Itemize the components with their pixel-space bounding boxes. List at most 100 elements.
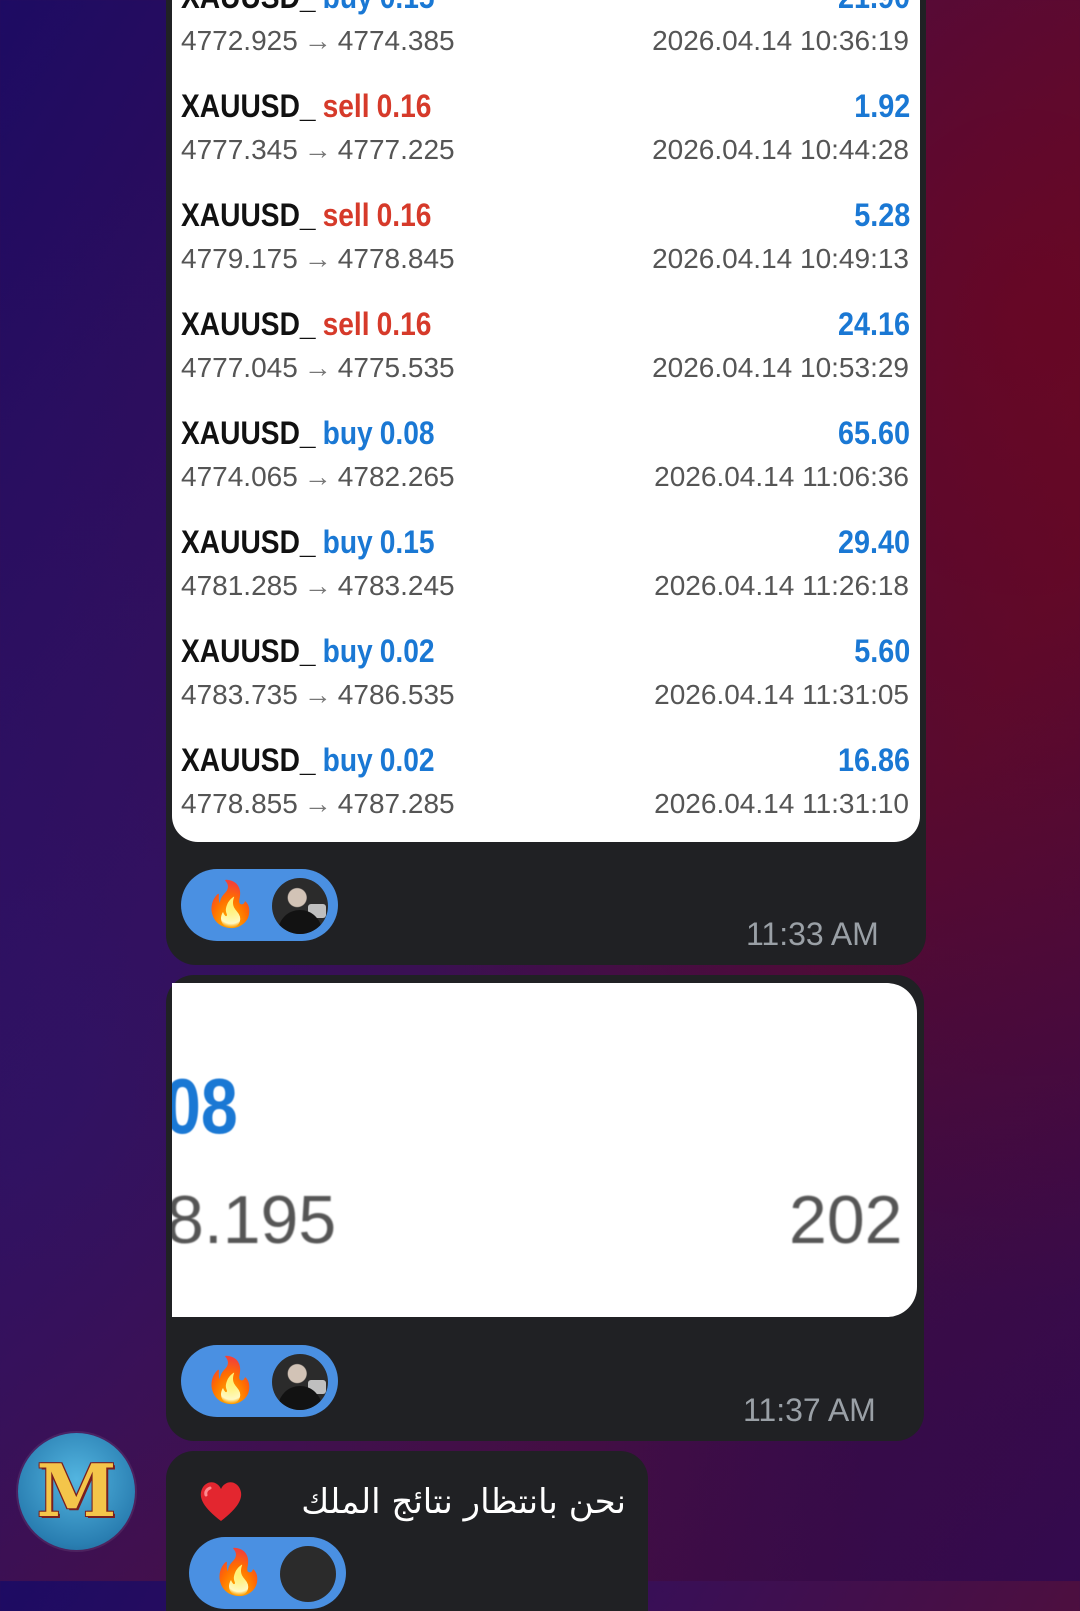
close-price: 4778.845 [337,243,455,274]
trade-prices: 4772.925 → 4774.385 [181,25,455,57]
channel-avatar[interactable]: M [18,1433,135,1550]
reactor-avatar [280,1546,336,1602]
trade-time: 2026.04.14 11:06:36 [654,461,909,492]
trade-symbol: XAUUSD_ sell 0.16 [181,88,431,125]
zoomed-date-text: 202 [789,1182,903,1258]
trade-profit: 29.40 [837,524,910,560]
arrow-right-icon: → [303,25,332,56]
direction-text: sell [322,197,370,233]
trade-symbol: XAUUSD_ buy 0.08 [181,415,435,452]
trade-time: 2026.04.14 10:53:29 [652,352,909,383]
trade-row: XAUUSD_ buy 0.08 65.60 4774.065 → 4782.265 2026… [172,415,920,524]
symbol-text: XAUUSD_ [181,88,316,124]
arrow-right-icon: → [303,788,332,819]
open-price: 4783.735 [181,679,298,710]
symbol-text: XAUUSD_ [181,742,316,778]
zoomed-trade-image[interactable]: 08 8.195 202 [172,983,917,1317]
symbol-text: XAUUSD_ [181,197,316,233]
trade-prices: 4777.045 → 4775.535 [181,352,455,384]
trade-profit: 65.60 [837,415,910,451]
arrow-right-icon: → [303,461,332,492]
trade-time: 2026.04.14 10:36:19 [652,25,909,56]
close-price: 4777.225 [337,134,455,165]
channel-logo-letter: M [36,1448,117,1533]
symbol-text: XAUUSD_ [181,415,316,451]
trade-profit: 5.28 [853,197,910,233]
fire-emoji-icon: 🔥 [211,1548,266,1597]
lot-text: 0.16 [376,197,432,233]
arrow-right-icon: → [303,570,332,601]
lot-text: 0.02 [379,633,435,669]
trade-profit: 1.92 [853,88,910,124]
direction-text: buy [323,0,373,15]
symbol-text: XAUUSD_ [181,0,316,15]
reaction-chip[interactable]: 🔥 [189,1537,346,1609]
symbol-text: XAUUSD_ [181,306,316,342]
trade-prices: 4779.175 → 4778.845 [181,243,455,275]
direction-text: buy [322,524,373,560]
arrow-right-icon: → [303,352,332,383]
trade-symbol: XAUUSD_ sell 0.16 [181,197,431,234]
open-price: 4778.855 [181,788,298,819]
reaction-chip[interactable]: 🔥 [181,1345,338,1417]
trade-row: XAUUSD_ sell 0.16 1.92 4777.345 → 4777.225 2026… [172,88,920,197]
reactor-avatar [272,878,328,934]
arrow-right-icon: → [303,134,332,165]
fire-emoji-icon: 🔥 [203,1356,258,1405]
close-price: 4783.245 [337,570,455,601]
trade-time: 2026.04.14 10:49:13 [652,243,909,274]
open-price: 4777.345 [181,134,298,165]
message-text: نحن بانتظار نتائج الملك [301,1482,626,1522]
zoomed-price-text: 8.195 [172,1182,337,1258]
message-time: 11:33 AM [746,916,879,952]
close-price: 4775.535 [337,352,455,383]
trade-row: XAUUSD_ buy 0.02 16.86 4778.855 → 4787.285 2026… [172,742,920,842]
lot-text: 0.02 [379,742,435,778]
symbol-text: XAUUSD_ [181,524,316,560]
lot-text: 0.16 [376,306,432,342]
close-price: 4774.385 [337,25,455,56]
lot-text: 0.16 [376,88,432,124]
direction-text: buy [322,415,373,451]
trade-time: 2026.04.14 10:44:28 [652,134,909,165]
trade-time: 2026.04.14 11:31:10 [654,788,909,819]
trade-profit: 16.86 [837,742,910,778]
direction-text: sell [322,88,370,124]
trade-prices: 4777.345 → 4777.225 [181,134,455,166]
trade-symbol: XAUUSD_ sell 0.16 [181,306,431,343]
trade-profit: 5.60 [853,633,910,669]
trade-prices: 4783.735 → 4786.535 [181,679,455,711]
fire-emoji-icon: 🔥 [203,880,258,929]
open-price: 4774.065 [181,461,298,492]
open-price: 4779.175 [181,243,298,274]
reactor-avatar [272,1354,328,1410]
reaction-chip[interactable]: 🔥 [181,869,338,941]
trade-symbol: XAUUSD_ buy 0.02 [181,742,435,779]
trade-time: 2026.04.14 11:26:18 [654,570,909,601]
symbol-text: XAUUSD_ [181,633,316,669]
trade-symbol: XAUUSD_buy0.15 [181,524,435,561]
trade-profit: 24.16 [837,306,910,342]
close-price: 4782.265 [337,461,455,492]
arrow-right-icon: → [303,679,332,710]
trade-prices: 4774.065 → 4782.265 [181,461,455,493]
open-price: 4781.285 [181,570,298,601]
trade-symbol: XAUUSD_ buy 0.02 [181,633,435,670]
arrow-right-icon: → [303,243,332,274]
trade-row: XAUUSD_ buy 0.02 5.60 4783.735 → 4786.535 2026.… [172,633,920,742]
trade-prices: 4781.285 → 4783.245 [181,570,455,602]
close-price: 4787.285 [337,788,455,819]
trade-history-image[interactable]: XAUUSD_buy0.1521.904772.925→4774.3852026… [172,0,920,842]
close-price: 4786.535 [337,679,455,710]
trade-row: XAUUSD_ buy 0.15 29.40 4781.285 → 4783.245 2026… [172,524,920,633]
message-time: 11:37 AM [743,1392,876,1428]
open-price: 4772.925 [181,25,298,56]
trade-profit: 21.90 [838,0,910,16]
trade-row: XAUUSD_ sell 0.16 5.28 4779.175 → 4778.845 2026… [172,197,920,306]
lot-text: 0.15 [379,524,435,560]
direction-text: buy [322,742,373,778]
trade-time: 2026.04.14 11:31:05 [654,679,909,710]
open-price: 4777.045 [181,352,298,383]
direction-text: buy [322,633,373,669]
lot-text: 0.08 [379,415,435,451]
